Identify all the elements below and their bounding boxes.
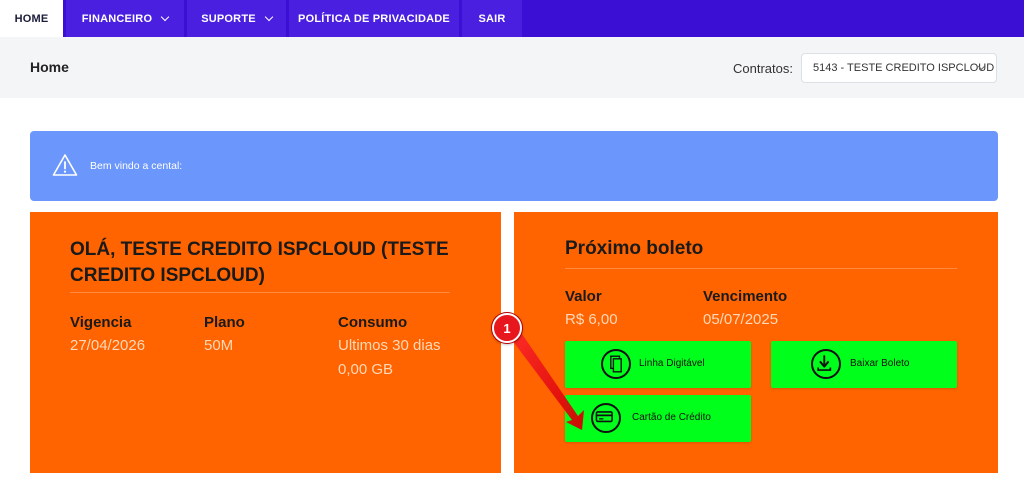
nav-sair-label: SAIR [478, 12, 506, 25]
annotation-badge: 1 [492, 313, 522, 343]
welcome-alert: Bem vindo a cental: [30, 131, 998, 201]
divider [565, 268, 957, 269]
linha-digitavel-label: Linha Digitável [639, 358, 705, 369]
annotation-arrow [506, 332, 584, 430]
nav-sair[interactable]: SAIR [462, 0, 522, 37]
nav-home-label: HOME [14, 12, 49, 25]
top-nav: HOME FINANCEIRO SUPORTE POLÍTICA DE PRIV… [0, 0, 1024, 37]
baixar-boleto-label: Baixar Boleto [850, 358, 910, 369]
contracts-label: Contratos: [733, 61, 793, 76]
vencimento-value: 05/07/2025 [703, 311, 779, 328]
nav-politica[interactable]: POLÍTICA DE PRIVACIDADE [289, 0, 459, 37]
consumo-value: Ultimos 30 dias 0,00 GB [338, 337, 441, 378]
linha-digitavel-button[interactable]: Linha Digitável [565, 341, 751, 388]
page-title: Home [30, 59, 69, 75]
vencimento-label: Vencimento [703, 288, 788, 305]
plano-value: 50M [204, 337, 234, 354]
chevron-down-icon [264, 12, 274, 21]
copy-document-icon [601, 349, 631, 379]
plano-label: Plano [204, 314, 245, 331]
divider [70, 292, 450, 293]
chevron-down-icon [160, 12, 170, 21]
download-icon [811, 349, 841, 379]
cartao-credito-label: Cartão de Crédito [632, 412, 711, 423]
nav-suporte[interactable]: SUPORTE [187, 0, 286, 37]
consumo-label: Consumo [338, 314, 408, 331]
warning-triangle-icon [52, 154, 78, 176]
valor-value: R$ 6,00 [565, 311, 618, 328]
customer-card: OLÁ, TESTE CREDITO ISPCLOUD (TESTE CREDI… [30, 212, 501, 473]
nav-financeiro[interactable]: FINANCEIRO [66, 0, 184, 37]
nav-suporte-label: SUPORTE [201, 12, 256, 25]
cartao-credito-button[interactable]: Cartão de Crédito [565, 395, 751, 442]
credit-card-icon [591, 403, 621, 433]
boleto-title: Próximo boleto [565, 238, 704, 259]
customer-greeting: OLÁ, TESTE CREDITO ISPCLOUD (TESTE CREDI… [70, 239, 449, 286]
vigencia-label: Vigencia [70, 314, 132, 331]
page-header: Home Contratos: 5143 - TESTE CREDITO ISP… [0, 37, 1024, 98]
valor-label: Valor [565, 288, 602, 305]
alert-text: Bem vindo a cental: [90, 160, 183, 172]
nav-financeiro-label: FINANCEIRO [81, 12, 153, 25]
nav-politica-label: POLÍTICA DE PRIVACIDADE [298, 12, 450, 25]
baixar-boleto-button[interactable]: Baixar Boleto [771, 341, 957, 388]
nav-home[interactable]: HOME [0, 0, 63, 37]
contracts-select[interactable]: 5143 - TESTE CREDITO ISPCLOUD [801, 53, 997, 83]
vigencia-value: 27/04/2026 [70, 337, 146, 354]
contracts-selected-value: 5143 - TESTE CREDITO ISPCLOUD [813, 62, 995, 74]
